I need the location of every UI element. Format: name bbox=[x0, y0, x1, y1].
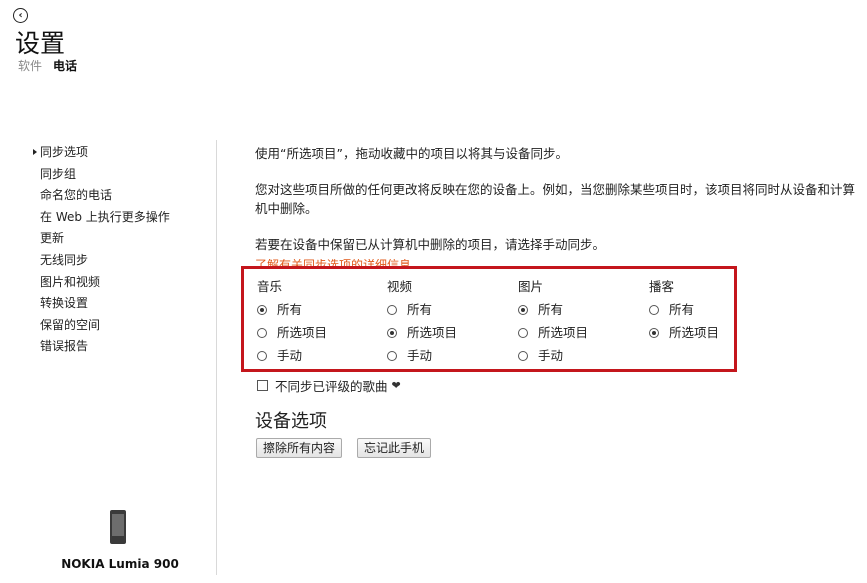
video-radio-manual[interactable] bbox=[387, 350, 397, 361]
sidebar-item-sync-options[interactable]: 同步选项 bbox=[33, 142, 203, 164]
breadcrumb-phone[interactable]: 电话 bbox=[53, 57, 77, 74]
music-option-all-label: 所有 bbox=[277, 302, 303, 317]
sidebar-item-wireless-sync[interactable]: 无线同步 bbox=[33, 250, 203, 272]
sidebar-item-error-report[interactable]: 错误报告 bbox=[33, 336, 203, 358]
pictures-radio-manual[interactable] bbox=[518, 350, 528, 361]
podcasts-option-all[interactable]: 所有 bbox=[649, 298, 719, 321]
podcasts-radio-selected[interactable] bbox=[649, 327, 659, 338]
video-option-manual[interactable]: 手动 bbox=[387, 344, 457, 367]
pictures-option-manual-label: 手动 bbox=[538, 348, 564, 363]
podcasts-option-selected-label: 所选项目 bbox=[669, 325, 720, 340]
video-radio-all[interactable] bbox=[387, 304, 397, 315]
skip-rated-songs-option[interactable]: 不同步已评级的歌曲 ❤ bbox=[257, 376, 401, 395]
video-radio-selected[interactable] bbox=[387, 327, 397, 338]
music-radio-all[interactable] bbox=[257, 304, 267, 315]
sidebar-item-web-actions[interactable]: 在 Web 上执行更多操作 bbox=[33, 207, 203, 229]
sidebar-item-sync-groups[interactable]: 同步组 bbox=[33, 164, 203, 186]
podcasts-option-selected[interactable]: 所选项目 bbox=[649, 321, 719, 344]
sync-description: 使用“所选项目”，拖动收藏中的项目以将其与设备同步。 您对这些项目所做的任何更改… bbox=[255, 144, 855, 271]
podcasts-header: 播客 bbox=[649, 279, 675, 294]
pictures-radio-selected[interactable] bbox=[518, 327, 528, 338]
podcasts-column: 播客 所有 所选项目 bbox=[649, 276, 719, 344]
intro-paragraph: 使用“所选项目”，拖动收藏中的项目以将其与设备同步。 bbox=[255, 146, 568, 161]
manual-sync-paragraph: 若要在设备中保留已从计算机中删除的项目，请选择手动同步。 bbox=[255, 237, 606, 252]
pictures-column: 图片 所有 所选项目 手动 bbox=[518, 276, 588, 367]
pictures-option-selected-label: 所选项目 bbox=[538, 325, 589, 340]
breadcrumb-software[interactable]: 软件 bbox=[18, 57, 42, 74]
device-options-title: 设备选项 bbox=[255, 411, 327, 432]
forget-phone-button[interactable]: 忘记此手机 bbox=[357, 438, 432, 458]
music-option-manual-label: 手动 bbox=[277, 348, 303, 363]
pictures-option-all-label: 所有 bbox=[538, 302, 564, 317]
music-header: 音乐 bbox=[257, 279, 283, 294]
pictures-header: 图片 bbox=[518, 279, 544, 294]
video-column: 视频 所有 所选项目 手动 bbox=[387, 276, 457, 367]
sidebar-item-update[interactable]: 更新 bbox=[33, 228, 203, 250]
erase-all-button[interactable]: 擦除所有内容 bbox=[256, 438, 343, 458]
pictures-option-all[interactable]: 所有 bbox=[518, 298, 588, 321]
pictures-option-selected[interactable]: 所选项目 bbox=[518, 321, 588, 344]
music-option-selected-label: 所选项目 bbox=[277, 325, 328, 340]
podcasts-radio-all[interactable] bbox=[649, 304, 659, 315]
sidebar-divider bbox=[216, 140, 217, 575]
sidebar-item-pictures-videos[interactable]: 图片和视频 bbox=[33, 272, 203, 294]
sidebar-item-conversion[interactable]: 转换设置 bbox=[33, 293, 203, 315]
changes-paragraph: 您对这些项目所做的任何更改将反映在您的设备上。例如，当您删除某些项目时，该项目将… bbox=[255, 182, 856, 216]
page-title: 设置 bbox=[15, 29, 66, 58]
video-option-selected[interactable]: 所选项目 bbox=[387, 321, 457, 344]
skip-rated-songs-checkbox[interactable] bbox=[257, 380, 268, 391]
podcasts-option-all-label: 所有 bbox=[669, 302, 695, 317]
device-name: NOKIA Lumia 900 bbox=[61, 557, 179, 571]
phone-icon bbox=[110, 510, 126, 544]
pictures-radio-all[interactable] bbox=[518, 304, 528, 315]
back-arrow-icon[interactable]: ‹ bbox=[13, 8, 28, 23]
pictures-option-manual[interactable]: 手动 bbox=[518, 344, 588, 367]
music-option-manual[interactable]: 手动 bbox=[257, 344, 327, 367]
music-option-selected[interactable]: 所选项目 bbox=[257, 321, 327, 344]
video-option-all-label: 所有 bbox=[407, 302, 433, 317]
breadcrumb: 软件 电话 bbox=[18, 57, 77, 74]
video-header: 视频 bbox=[387, 279, 413, 294]
skip-rated-songs-label: 不同步已评级的歌曲 bbox=[275, 379, 388, 394]
heart-icon: ❤ bbox=[391, 379, 401, 392]
video-option-selected-label: 所选项目 bbox=[407, 325, 458, 340]
music-radio-selected[interactable] bbox=[257, 327, 267, 338]
sidebar-item-name-phone[interactable]: 命名您的电话 bbox=[33, 185, 203, 207]
sidebar-item-reserved-space[interactable]: 保留的空间 bbox=[33, 315, 203, 337]
music-option-all[interactable]: 所有 bbox=[257, 298, 327, 321]
video-option-all[interactable]: 所有 bbox=[387, 298, 457, 321]
sidebar: 同步选项 同步组 命名您的电话 在 Web 上执行更多操作 更新 无线同步 图片… bbox=[33, 142, 203, 358]
music-radio-manual[interactable] bbox=[257, 350, 267, 361]
video-option-manual-label: 手动 bbox=[407, 348, 433, 363]
music-column: 音乐 所有 所选项目 手动 bbox=[257, 276, 327, 367]
